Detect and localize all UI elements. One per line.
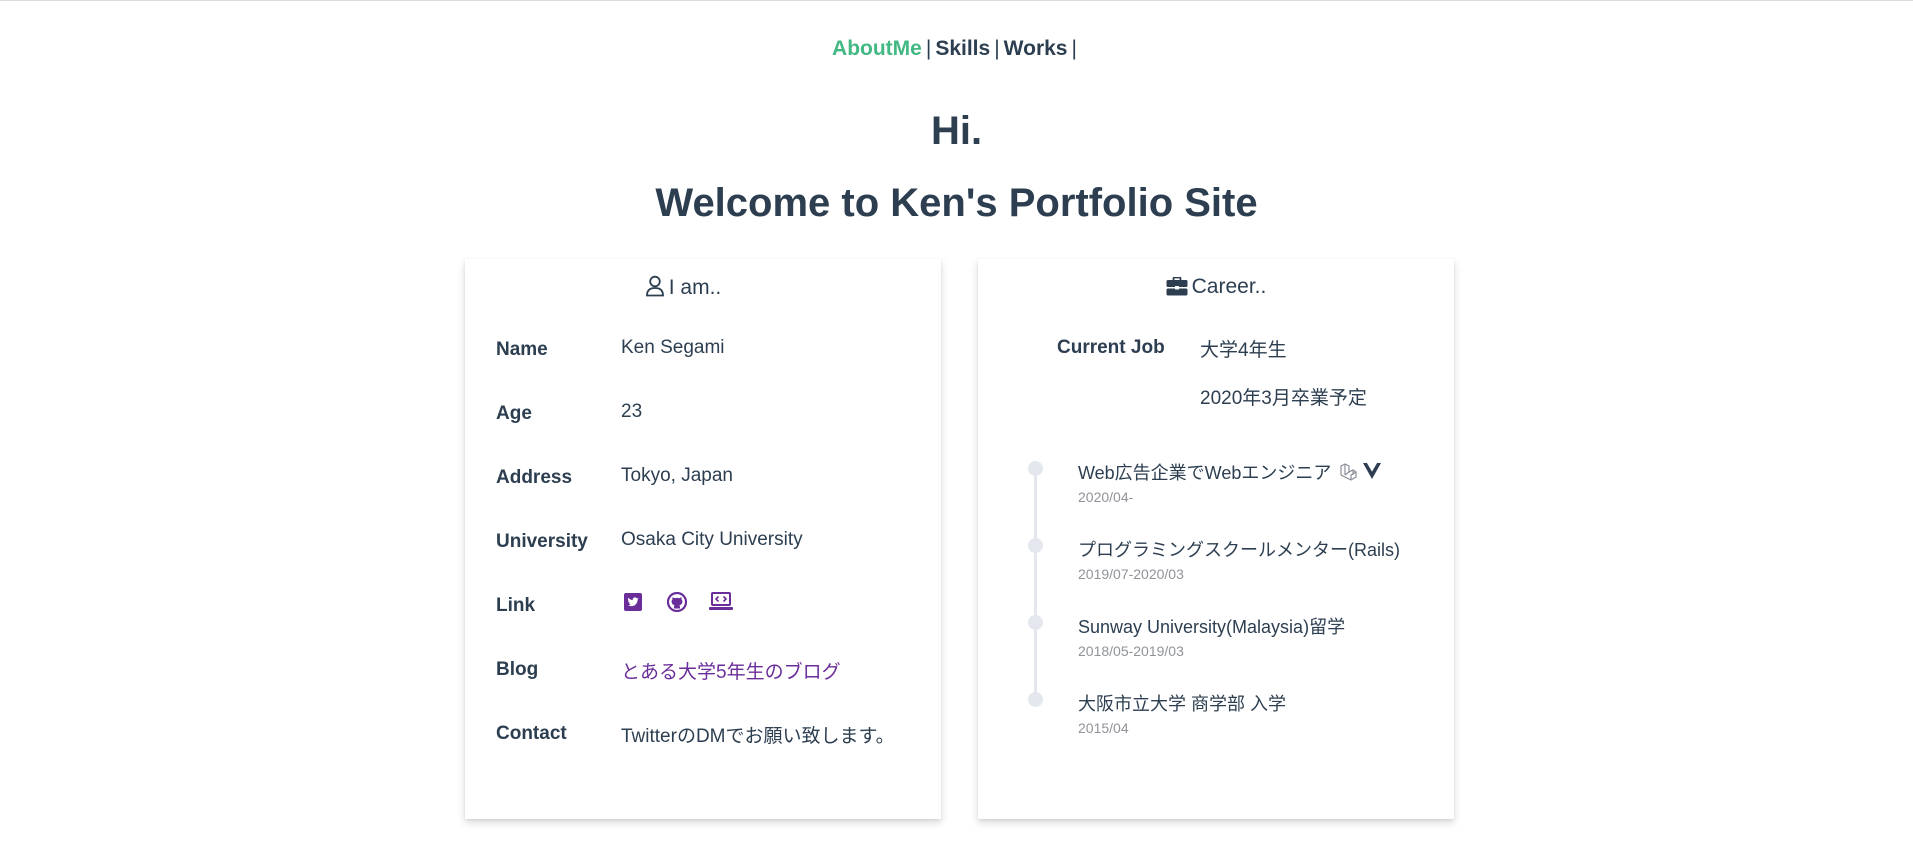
value-university: Osaka City University (621, 529, 803, 550)
about-title-text: I am.. (668, 276, 722, 299)
label-university: University (496, 531, 588, 552)
nav-separator: | (994, 37, 1000, 60)
timeline-dot (1028, 461, 1043, 476)
label-age: Age (496, 403, 532, 424)
timeline-text: 大阪市立大学 商学部 入学 (1078, 694, 1287, 714)
label-contact: Contact (496, 723, 567, 744)
value-address: Tokyo, Japan (621, 465, 733, 486)
laravel-icon (1339, 463, 1357, 486)
value-current-job: 大学4年生 (1200, 340, 1287, 361)
timeline-dot (1028, 615, 1043, 630)
career-card: Career.. Current Job 大学4年生 2020年3月卒業予定 W… (978, 259, 1454, 819)
timeline-dot (1028, 692, 1043, 707)
laptop-code-icon[interactable] (709, 591, 733, 613)
about-card: I am.. Name Ken Segami Age 23 Address To… (465, 259, 941, 819)
blog-link[interactable]: とある大学5年生のブログ (621, 657, 841, 684)
vue-icon (1363, 463, 1382, 486)
timeline-date: 2019/07-2020/03 (1078, 566, 1184, 582)
timeline-label: Web広告企業でWebエンジニア (1078, 463, 1332, 483)
twitter-icon[interactable] (621, 591, 645, 613)
timeline-date: 2018/05-2019/03 (1078, 643, 1184, 659)
career-card-title: Career.. (978, 275, 1454, 302)
label-link: Link (496, 595, 536, 616)
nav-aboutme[interactable]: AboutMe (832, 37, 922, 60)
value-graduation: 2020年3月卒業予定 (1200, 388, 1367, 409)
timeline-text: Sunway University(Malaysia)留学 (1078, 617, 1346, 637)
value-contact: TwitterのDMでお願い致します。 (621, 726, 895, 747)
timeline-text: プログラミングスクールメンター(Rails) (1078, 540, 1400, 560)
career-timeline: Web広告企業でWebエンジニア 2020/04- プログラミングスクールメンタ… (1028, 459, 1428, 759)
social-links (621, 591, 733, 613)
top-nav: AboutMe | Skills | Works | (0, 37, 1913, 61)
timeline-text: Web広告企業でWebエンジニア (1078, 459, 1382, 486)
nav-works[interactable]: Works (1004, 37, 1068, 60)
label-address: Address (496, 467, 573, 488)
timeline-dot (1028, 538, 1043, 553)
nav-skills[interactable]: Skills (935, 37, 990, 60)
github-icon[interactable] (665, 591, 689, 613)
value-name: Ken Segami (621, 337, 725, 358)
timeline-line (1034, 469, 1037, 705)
nav-separator: | (925, 37, 932, 60)
timeline-date: 2015/04 (1078, 720, 1129, 736)
briefcase-icon (1166, 276, 1188, 302)
value-age: 23 (621, 401, 643, 422)
about-card-title: I am.. (465, 275, 941, 303)
nav-separator: | (1071, 37, 1077, 60)
label-current-job: Current Job (1057, 337, 1165, 358)
hero-title: Welcome to Ken's Portfolio Site (655, 181, 1258, 225)
user-icon (645, 275, 665, 303)
hero-greeting: Hi. (930, 109, 983, 153)
timeline-date: 2020/04- (1078, 489, 1134, 505)
label-name: Name (496, 339, 548, 360)
career-title-text: Career.. (1191, 275, 1267, 298)
label-blog: Blog (496, 659, 539, 680)
